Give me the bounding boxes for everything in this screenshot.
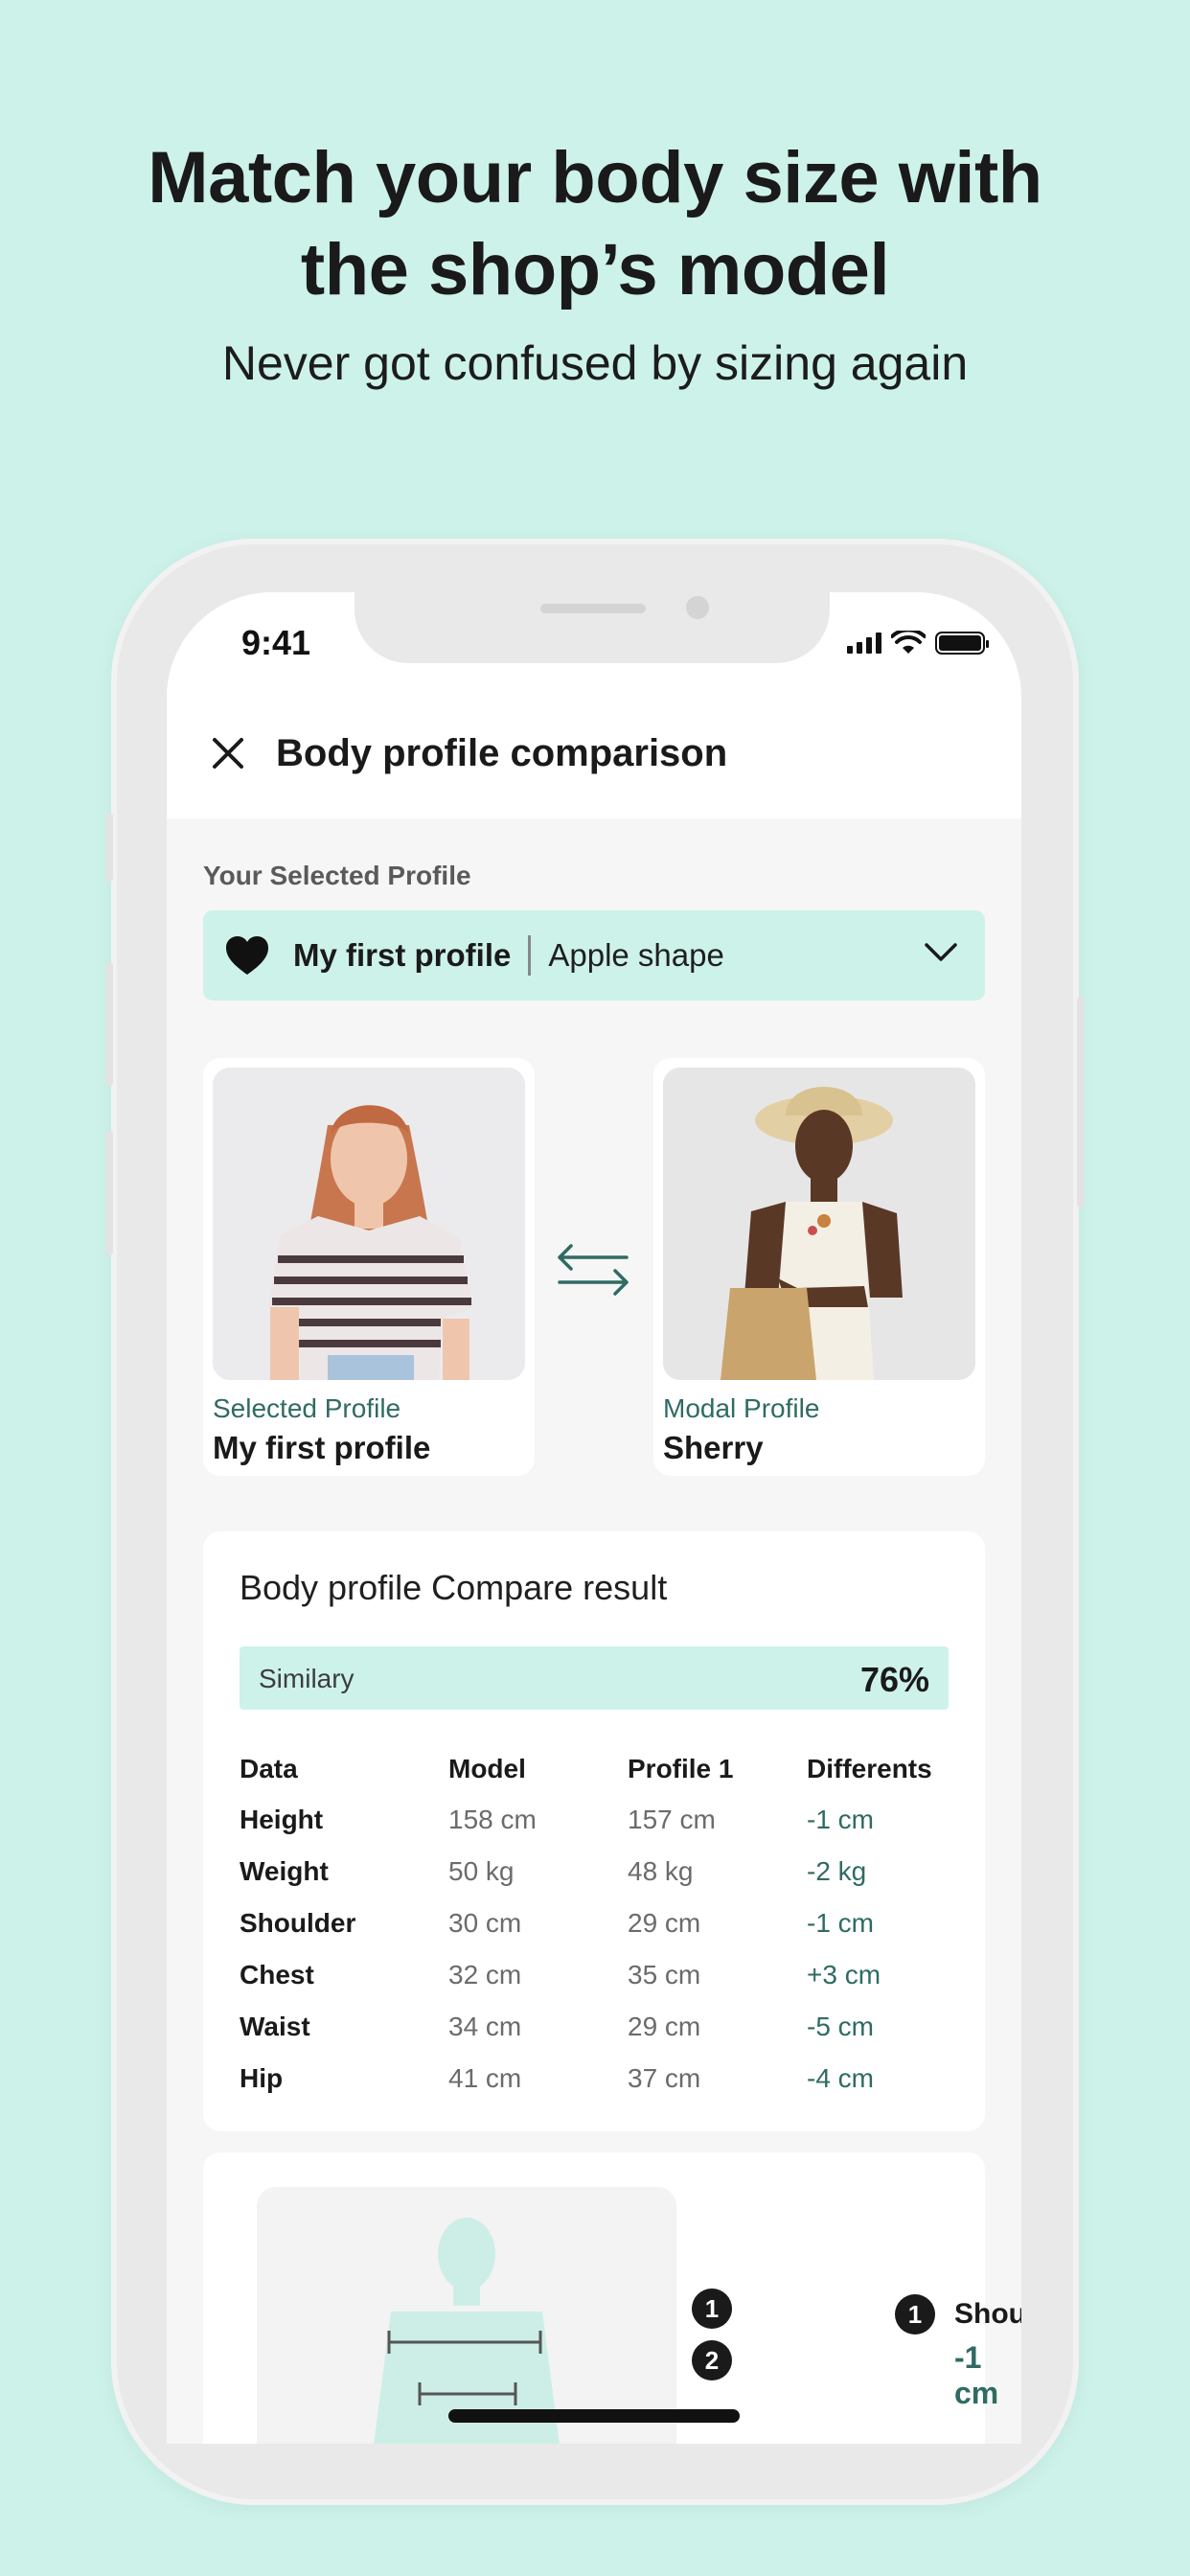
table-header-row: Data Model Profile 1 Differents xyxy=(240,1744,968,1794)
nav-bar: Body profile comparison xyxy=(167,684,1021,818)
body-silhouette-icon xyxy=(374,2218,560,2444)
similarity-label: Similary xyxy=(259,1664,355,1693)
row-label: Waist xyxy=(240,2012,310,2041)
legend-label: Shoulder xyxy=(954,2298,1021,2330)
heart-icon xyxy=(226,936,268,975)
comparison-table: Data Model Profile 1 Differents Height 1… xyxy=(240,1744,968,2104)
model-with-hat-image xyxy=(663,1068,975,1380)
profile-value: 37 cm xyxy=(628,2063,701,2093)
model-profile-photo xyxy=(663,1068,975,1380)
model-profile-caption: Modal Profile xyxy=(663,1393,820,1423)
table-row: Shoulder 30 cm 29 cm -1 cm xyxy=(240,1898,968,1949)
difference-value: +3 cm xyxy=(807,1960,881,1990)
woman-striped-shirt-image xyxy=(213,1068,525,1380)
body-silhouette-panel xyxy=(257,2187,676,2444)
row-label: Shoulder xyxy=(240,1908,356,1938)
legend-value: -1 cm xyxy=(954,2340,999,2410)
compare-result-card: Body profile Compare result Similary 76%… xyxy=(203,1531,985,2131)
volume-up-button xyxy=(105,962,113,1087)
divider xyxy=(528,935,532,976)
marker-2: 2 xyxy=(692,2340,732,2380)
table-row: Hip 41 cm 37 cm -4 cm xyxy=(240,2053,968,2104)
close-icon[interactable] xyxy=(209,734,247,772)
profile-name: My first profile xyxy=(293,937,512,973)
similarity-bar: Similary 76% xyxy=(240,1646,949,1710)
selected-profile-photo xyxy=(213,1068,525,1380)
home-indicator[interactable] xyxy=(448,2409,740,2423)
table-row: Height 158 cm 157 cm -1 cm xyxy=(240,1794,968,1846)
model-value: 32 cm xyxy=(448,1960,522,1990)
profile-value: 29 cm xyxy=(628,2012,701,2041)
row-label: Hip xyxy=(240,2063,284,2093)
selected-profile-name: My first profile xyxy=(213,1430,431,1465)
wifi-icon xyxy=(891,631,926,654)
battery-icon xyxy=(935,632,989,655)
chevron-down-icon xyxy=(925,943,957,961)
row-label: Chest xyxy=(240,1960,314,1990)
selected-profile-label: Your Selected Profile xyxy=(203,861,471,890)
swap-arrows-icon[interactable] xyxy=(552,1240,634,1300)
app-screen: 9:41 Body profile comparison Your Select… xyxy=(167,592,1021,2444)
cellular-signal-icon xyxy=(847,632,881,654)
volume-down-button xyxy=(105,1131,113,1255)
table-row: Chest 32 cm 35 cm +3 cm xyxy=(240,1949,968,2001)
legend-number: 1 xyxy=(895,2294,935,2334)
result-title: Body profile Compare result xyxy=(240,1568,668,1607)
mute-switch xyxy=(105,813,113,882)
selected-profile-caption: Selected Profile xyxy=(213,1393,401,1423)
profile-value: 35 cm xyxy=(628,1960,701,1990)
status-icons xyxy=(847,631,989,656)
row-label: Height xyxy=(240,1805,324,1834)
profile-value: 29 cm xyxy=(628,1908,701,1938)
promo-headline-line2: the shop’s model xyxy=(300,229,890,310)
measurement-card: 1 2 1 Shoulder -1 cm xyxy=(203,2152,1021,2444)
profile-value: 48 kg xyxy=(628,1856,694,1886)
difference-value: -5 cm xyxy=(807,2012,874,2041)
front-camera xyxy=(686,596,709,619)
similarity-value: 76% xyxy=(859,1660,929,1699)
profile-shape: Apple shape xyxy=(548,937,724,973)
promo-headline-line1: Match your body size with xyxy=(148,137,1042,218)
row-label: Weight xyxy=(240,1856,329,1886)
marker-1: 1 xyxy=(692,2288,732,2329)
profile-value: 157 cm xyxy=(628,1805,716,1834)
header-data: Data xyxy=(240,1754,298,1783)
page-title: Body profile comparison xyxy=(276,732,728,774)
difference-value: -2 kg xyxy=(807,1856,867,1886)
difference-value: -1 cm xyxy=(807,1805,874,1834)
model-value: 30 cm xyxy=(448,1908,522,1938)
promo-subheadline: Never got confused by sizing again xyxy=(221,336,969,390)
speaker-grille xyxy=(540,604,646,613)
selected-profile-card[interactable]: Selected Profile My first profile xyxy=(203,1058,535,1476)
model-profile-name: Sherry xyxy=(663,1430,764,1465)
status-time: 9:41 xyxy=(241,623,311,662)
header-model: Model xyxy=(448,1754,526,1783)
model-value: 41 cm xyxy=(448,2063,522,2093)
model-value: 158 cm xyxy=(448,1805,537,1834)
header-profile: Profile 1 xyxy=(628,1754,734,1783)
table-row: Waist 34 cm 29 cm -5 cm xyxy=(240,2001,968,2053)
header-differents: Differents xyxy=(807,1754,932,1783)
model-value: 50 kg xyxy=(448,1856,515,1886)
profile-select-dropdown[interactable]: My first profile Apple shape xyxy=(203,910,985,1000)
model-profile-card[interactable]: Modal Profile Sherry xyxy=(653,1058,985,1476)
difference-value: -4 cm xyxy=(807,2063,874,2093)
difference-value: -1 cm xyxy=(807,1908,874,1938)
table-row: Weight 50 kg 48 kg -2 kg xyxy=(240,1846,968,1898)
model-value: 34 cm xyxy=(448,2012,522,2041)
promo-headline: Match your body size with the shop’s mod… xyxy=(0,132,1190,316)
power-button xyxy=(1077,997,1085,1208)
